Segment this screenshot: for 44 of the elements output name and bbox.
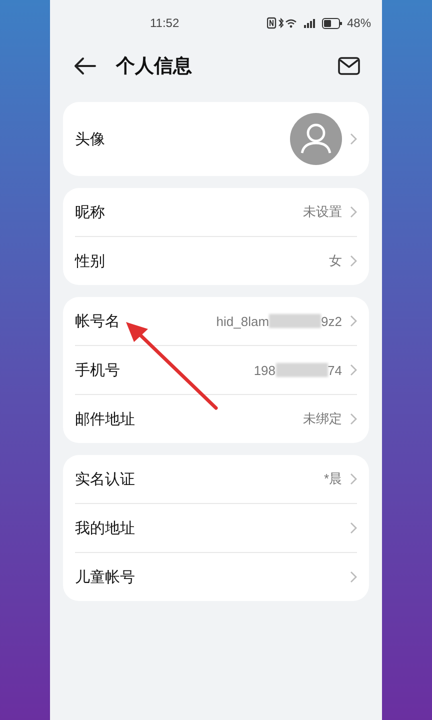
chevron-icon (350, 133, 357, 145)
row-label: 头像 (75, 130, 105, 148)
chevron-icon (350, 315, 357, 327)
row-label: 手机号 (75, 360, 120, 380)
chevron-icon (350, 255, 357, 267)
chevron-icon (350, 571, 357, 583)
chevron-icon (350, 413, 357, 425)
row-label: 儿童帐号 (75, 568, 135, 586)
row-label: 帐号名 (75, 312, 120, 330)
page-title: 个人信息 (116, 54, 193, 79)
blur-mask (276, 363, 328, 377)
row-value: hid_8lam (216, 314, 270, 328)
avatar-icon (290, 113, 342, 165)
row-label: 性别 (75, 252, 105, 270)
row-value: 女 (329, 252, 342, 270)
battery-percent: 48% (346, 16, 371, 30)
chevron-icon (350, 473, 357, 485)
settings-row[interactable]: 昵称 未设置 (75, 188, 357, 236)
settings-row[interactable]: 我的地址 (75, 504, 357, 552)
row-value: 未设置 (303, 203, 342, 221)
row-label: 实名认证 (75, 470, 135, 488)
blur-mask (269, 314, 322, 328)
row-label: 邮件地址 (75, 410, 135, 428)
row-label: 我的地址 (75, 518, 135, 538)
row-value: 198 (254, 362, 276, 378)
row-value: 未绑定 (303, 410, 342, 428)
status-time: 11:52 (150, 16, 180, 30)
mail-icon[interactable] (338, 57, 360, 75)
chevron-icon (350, 206, 357, 218)
chevron-icon (350, 364, 357, 376)
row-value: 9z2 (321, 314, 342, 328)
battery-icon (324, 20, 338, 26)
row-label: 昵称 (75, 202, 105, 222)
settings-row[interactable]: 儿童帐号 (75, 553, 357, 601)
settings-row[interactable]: 实名认证 *晨 (75, 455, 357, 503)
chevron-icon (350, 522, 357, 534)
settings-row[interactable]: 性别 女 (75, 237, 357, 285)
row-value: *晨 (324, 470, 342, 488)
row-value: 74 (328, 362, 342, 378)
settings-row[interactable]: 帐号名 hid_8lam 9z2 (75, 297, 357, 345)
settings-row[interactable]: 手机号 198 74 (75, 346, 357, 394)
back-icon[interactable] (74, 57, 96, 75)
settings-row[interactable]: 邮件地址 未绑定 (75, 395, 357, 443)
settings-row[interactable]: 头像 (75, 102, 357, 176)
